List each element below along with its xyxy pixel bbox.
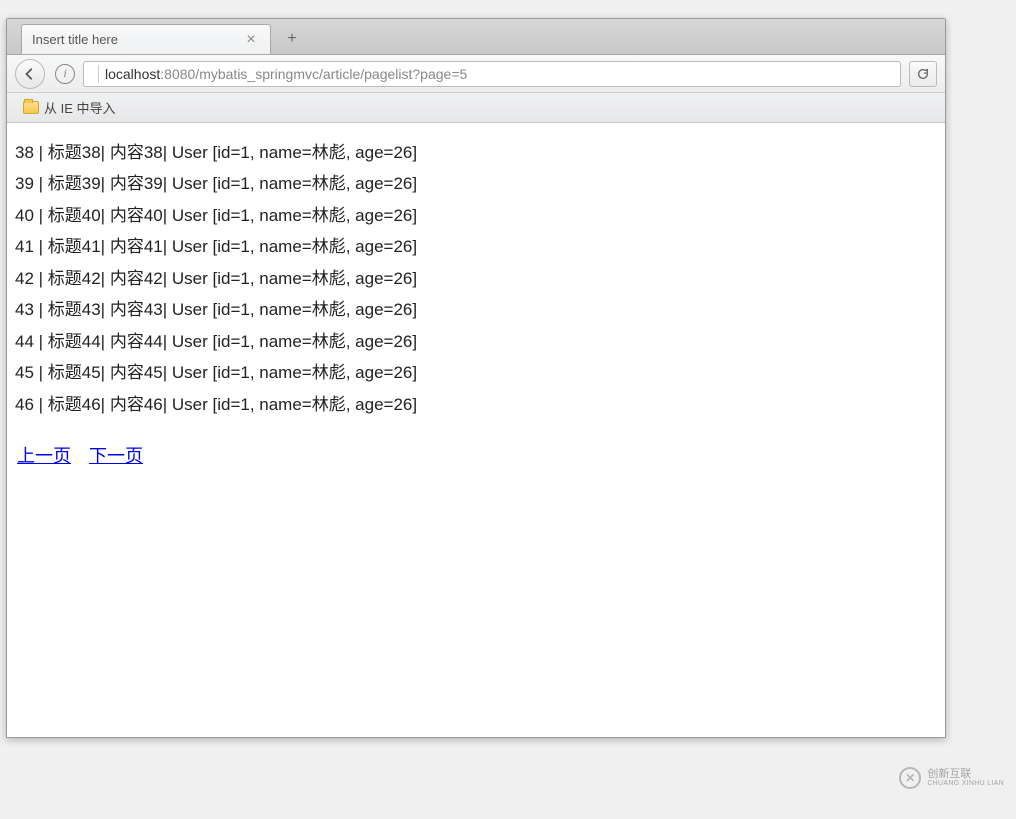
data-row: 42 | 标题42| 内容42| User [id=1, name=林彪, ag… <box>15 263 937 294</box>
url-path: :8080/mybatis_springmvc/article/pagelist… <box>160 66 467 82</box>
bookmark-label: 从 IE 中导入 <box>44 98 116 117</box>
reload-icon <box>916 67 930 81</box>
new-tab-button[interactable]: + <box>277 27 307 51</box>
tab-bar: Insert title here × + <box>7 19 945 55</box>
url-host: localhost <box>105 66 160 82</box>
close-icon[interactable]: × <box>242 31 260 49</box>
prev-page-link[interactable]: 上一页 <box>17 440 71 473</box>
browser-window: Insert title here × + i localhost:8080/m… <box>6 18 946 738</box>
watermark-sub: CHUANG XINHU LIAN <box>927 780 1004 788</box>
watermark: ✕ 创新互联 CHUANG XINHU LIAN <box>899 767 1004 789</box>
watermark-brand: 创新互联 <box>927 768 1004 780</box>
data-row: 38 | 标题38| 内容38| User [id=1, name=林彪, ag… <box>15 137 937 168</box>
site-info-icon[interactable]: i <box>55 64 75 84</box>
data-row: 44 | 标题44| 内容44| User [id=1, name=林彪, ag… <box>15 326 937 357</box>
folder-icon <box>23 101 39 114</box>
url-text: localhost:8080/mybatis_springmvc/article… <box>105 66 892 82</box>
reload-button[interactable] <box>909 61 937 87</box>
bookmarks-bar: 从 IE 中导入 <box>7 93 945 123</box>
data-row: 39 | 标题39| 内容39| User [id=1, name=林彪, ag… <box>15 168 937 199</box>
tab-title: Insert title here <box>32 32 242 47</box>
data-row: 41 | 标题41| 内容41| User [id=1, name=林彪, ag… <box>15 231 937 262</box>
data-row: 45 | 标题45| 内容45| User [id=1, name=林彪, ag… <box>15 357 937 388</box>
data-row: 43 | 标题43| 内容43| User [id=1, name=林彪, ag… <box>15 294 937 325</box>
next-page-link[interactable]: 下一页 <box>89 440 143 473</box>
url-input[interactable]: localhost:8080/mybatis_springmvc/article… <box>83 61 901 87</box>
data-list: 38 | 标题38| 内容38| User [id=1, name=林彪, ag… <box>15 137 937 420</box>
browser-tab[interactable]: Insert title here × <box>21 24 271 54</box>
divider <box>98 65 99 83</box>
address-bar: i localhost:8080/mybatis_springmvc/artic… <box>7 55 945 93</box>
arrow-left-icon <box>23 67 37 81</box>
bookmark-ie-import[interactable]: 从 IE 中导入 <box>17 95 122 120</box>
pagination: 上一页 下一页 <box>15 440 937 473</box>
data-row: 40 | 标题40| 内容40| User [id=1, name=林彪, ag… <box>15 200 937 231</box>
watermark-text: 创新互联 CHUANG XINHU LIAN <box>927 768 1004 788</box>
back-button[interactable] <box>15 59 45 89</box>
page-content: 38 | 标题38| 内容38| User [id=1, name=林彪, ag… <box>7 123 945 487</box>
watermark-logo-icon: ✕ <box>899 767 921 789</box>
data-row: 46 | 标题46| 内容46| User [id=1, name=林彪, ag… <box>15 389 937 420</box>
